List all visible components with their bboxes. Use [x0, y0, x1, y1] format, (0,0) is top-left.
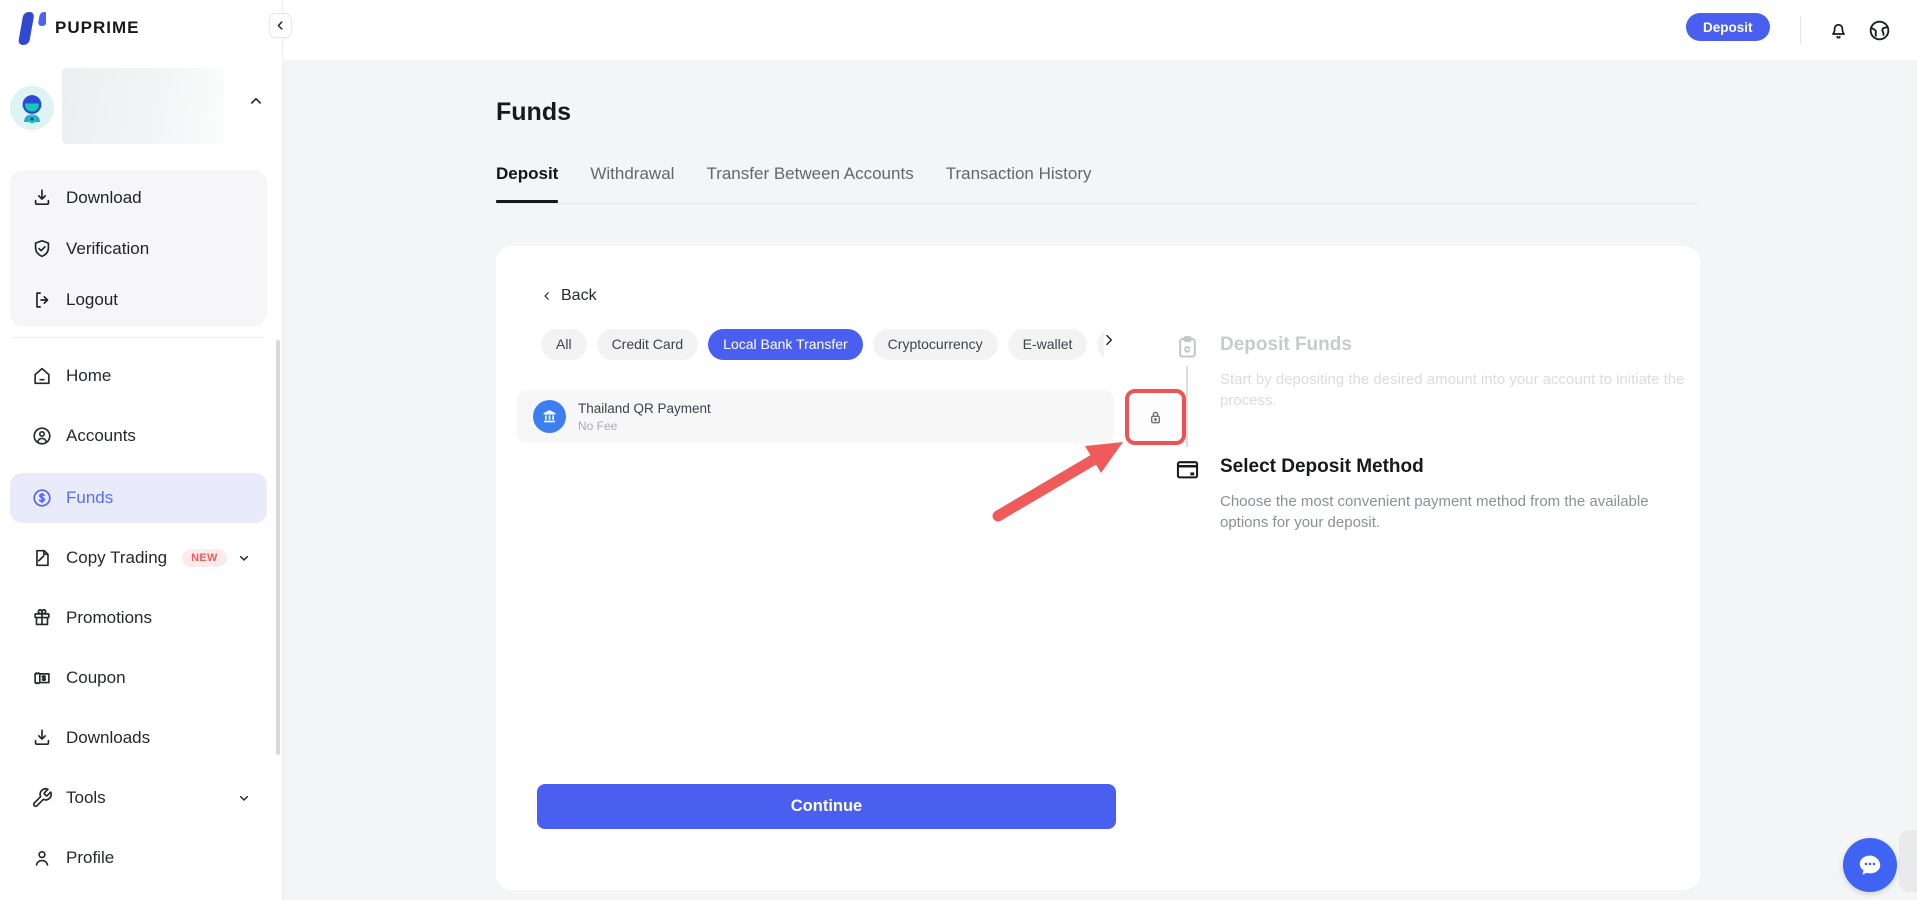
nav-item-label: Profile: [66, 848, 114, 868]
chevron-left-icon: [541, 290, 553, 302]
filter-pill-cryptocurrency[interactable]: Cryptocurrency: [873, 329, 998, 360]
user-avatar[interactable]: [10, 86, 54, 130]
coupon-icon: [31, 667, 53, 689]
nav-item-coupon[interactable]: Coupon: [10, 655, 267, 701]
sidebar-collapse-button[interactable]: [269, 13, 292, 38]
topbar-divider: [1800, 16, 1801, 44]
gift-icon: [31, 607, 53, 629]
sidebar: PUPRIME Download Verification: [0, 0, 283, 900]
chevron-left-icon: [274, 19, 287, 32]
nav-item-label: Copy Trading: [66, 548, 167, 568]
chevron-down-icon[interactable]: [236, 790, 252, 806]
nav-item-copy-trading[interactable]: Copy Trading NEW: [10, 535, 267, 581]
tab-withdrawal[interactable]: Withdrawal: [590, 164, 674, 184]
username-skeleton: [62, 68, 224, 144]
step-description: Start by depositing the desired amount i…: [1220, 369, 1700, 411]
brand-logo[interactable]: PUPRIME: [16, 10, 139, 46]
logout-icon: [31, 289, 53, 311]
continue-button[interactable]: Continue: [537, 784, 1116, 829]
filter-scroll-right-button[interactable]: [1101, 332, 1117, 348]
language-button[interactable]: [1865, 16, 1893, 44]
wrench-icon: [31, 787, 53, 809]
funds-dollar-icon: [31, 487, 53, 509]
copy-trading-icon: [31, 547, 53, 569]
bank-icon: [533, 400, 566, 433]
filter-pill-all[interactable]: All: [541, 329, 587, 360]
nav-item-promotions[interactable]: Promotions: [10, 595, 267, 641]
method-fee: No Fee: [578, 419, 711, 433]
nav-item-label: Tools: [66, 788, 106, 808]
sidebar-divider: [12, 337, 264, 338]
nav-item-label: Promotions: [66, 608, 152, 628]
nav-item-label: Home: [66, 366, 111, 386]
steps-connector-line: [1186, 366, 1188, 447]
home-icon: [31, 365, 53, 387]
tab-deposit[interactable]: Deposit: [496, 164, 558, 184]
back-label: Back: [561, 287, 597, 305]
lock-icon: [1146, 408, 1165, 427]
nav-item-label: Coupon: [66, 668, 126, 688]
filter-pill-credit-card[interactable]: Credit Card: [597, 329, 699, 360]
globe-icon: [1867, 18, 1892, 43]
nav-item-label: Downloads: [66, 728, 150, 748]
brand-name: PUPRIME: [55, 18, 139, 38]
download-icon: [31, 187, 53, 209]
back-link[interactable]: Back: [541, 287, 597, 305]
main-content: Funds Deposit Withdrawal Transfer Betwee…: [283, 60, 1917, 900]
menu-item-label: Verification: [66, 239, 149, 259]
nav-item-downloads[interactable]: Downloads: [10, 715, 267, 761]
notifications-button[interactable]: [1824, 16, 1852, 44]
nav-item-funds[interactable]: Funds: [10, 473, 267, 523]
menu-item-label: Logout: [66, 290, 118, 310]
payment-filter-pills: All Credit Card Local Bank Transfer Cryp…: [541, 329, 1104, 360]
nav-item-accounts[interactable]: Accounts: [10, 413, 267, 459]
chevron-right-icon: [1101, 332, 1117, 348]
puprime-logo-icon: [16, 10, 46, 46]
tab-transaction-history[interactable]: Transaction History: [946, 164, 1092, 184]
menu-item-verification[interactable]: Verification: [10, 223, 267, 274]
step-title-deposit-funds: Deposit Funds: [1220, 334, 1352, 356]
accounts-icon: [31, 425, 53, 447]
credit-card-icon: [1174, 456, 1201, 483]
nav-item-home[interactable]: Home: [10, 353, 267, 399]
deposit-card: Back All Credit Card Local Bank Transfer…: [496, 246, 1700, 890]
nav-item-profile[interactable]: Profile: [10, 835, 267, 881]
chevron-up-icon[interactable]: [247, 92, 265, 110]
downloads-icon: [31, 727, 53, 749]
clipboard-icon: [1174, 334, 1201, 361]
tab-transfer-between-accounts[interactable]: Transfer Between Accounts: [706, 164, 913, 184]
nav-item-label: Accounts: [66, 426, 136, 446]
method-name: Thailand QR Payment: [578, 401, 711, 416]
chevron-down-icon[interactable]: [236, 550, 252, 566]
new-badge: NEW: [182, 549, 227, 567]
nav-item-tools[interactable]: Tools: [10, 775, 267, 821]
user-icon: [31, 847, 53, 869]
sidebar-scrollbar-thumb[interactable]: [276, 340, 280, 755]
step-title-select-deposit-method: Select Deposit Method: [1220, 456, 1424, 478]
bell-icon: [1827, 19, 1850, 42]
method-info: Thailand QR Payment No Fee: [578, 401, 711, 433]
chat-bubble-icon: [1855, 850, 1885, 880]
annotation-red-arrow: [990, 432, 1140, 527]
menu-item-download[interactable]: Download: [10, 172, 267, 223]
step-description: Choose the most convenient payment metho…: [1220, 491, 1660, 533]
shield-check-icon: [31, 238, 53, 260]
account-menu-card: Download Verification Logout: [10, 170, 267, 327]
menu-item-label: Download: [66, 188, 142, 208]
topbar: Deposit: [283, 0, 1917, 60]
filter-pill-e-wallet[interactable]: E-wallet: [1008, 329, 1088, 360]
nav-item-label: Funds: [66, 488, 113, 508]
chat-widget-edge: [1899, 830, 1917, 892]
chat-button[interactable]: [1843, 838, 1897, 892]
menu-item-logout[interactable]: Logout: [10, 274, 267, 325]
filter-pill-local-bank-transfer[interactable]: Local Bank Transfer: [708, 329, 863, 360]
funds-tabs: Deposit Withdrawal Transfer Between Acco…: [496, 164, 1700, 204]
page-title: Funds: [496, 98, 571, 127]
main-nav: Home Accounts Funds Copy Trading NEW: [10, 353, 267, 895]
topbar-deposit-button[interactable]: Deposit: [1686, 13, 1770, 41]
